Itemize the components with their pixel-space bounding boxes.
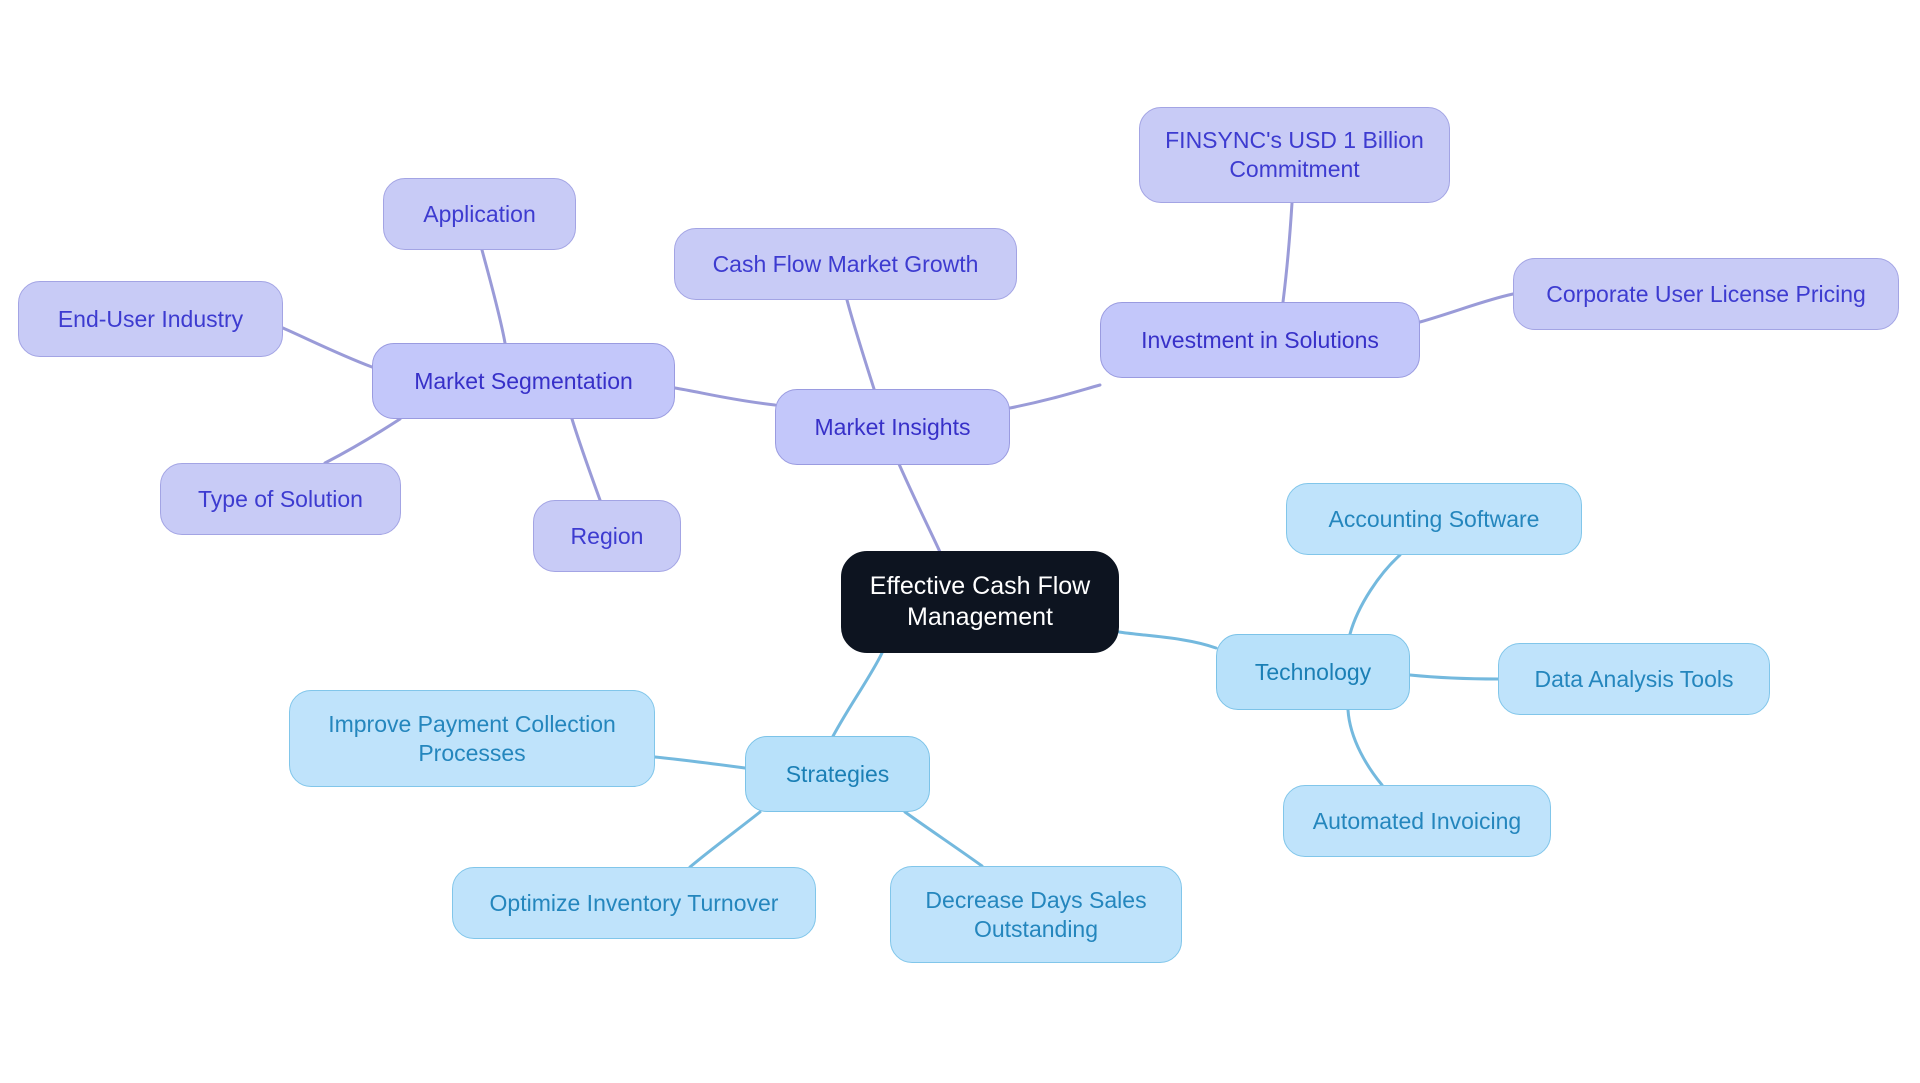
mindmap-node-region[interactable]: Region (533, 500, 681, 572)
edge-market_insights-to-market_segmentation (673, 386, 777, 407)
mindmap-node-data-analysis-tools[interactable]: Data Analysis Tools (1498, 643, 1770, 715)
mindmap-node-improve-payment-collection[interactable]: Improve Payment Collection Processes (289, 690, 655, 787)
edge-market_segmentation-to-application (480, 248, 507, 345)
edge-market_segmentation-to-type_of_solution (323, 417, 402, 465)
edge-strategies-to-optimize_inventory_turnover (688, 810, 762, 869)
mindmap-node-type-of-solution[interactable]: Type of Solution (160, 463, 401, 535)
mindmap-node-end-user-industry[interactable]: End-User Industry (18, 281, 283, 357)
edge-strategies-to-decrease_days_sales_outstanding (903, 810, 984, 868)
edge-technology-to-data_analysis_tools (1408, 673, 1500, 681)
mindmap-node-market-segmentation[interactable]: Market Segmentation (372, 343, 675, 419)
mindmap-canvas: Effective Cash Flow Management Market Ins… (0, 0, 1920, 1083)
mindmap-node-root[interactable]: Effective Cash Flow Management (841, 551, 1119, 653)
edge-root-to-strategies (828, 651, 884, 744)
edge-market_insights-to-investment_in_solutions (1008, 383, 1102, 410)
edge-market_segmentation-to-end_user_industry (281, 326, 374, 369)
mindmap-node-corporate-user-license-pricing[interactable]: Corporate User License Pricing (1513, 258, 1899, 330)
mindmap-node-technology[interactable]: Technology (1216, 634, 1410, 710)
mindmap-node-strategies[interactable]: Strategies (745, 736, 930, 812)
mindmap-node-application[interactable]: Application (383, 178, 576, 250)
mindmap-node-cash-flow-market-growth[interactable]: Cash Flow Market Growth (674, 228, 1017, 300)
edge-root-to-technology (1117, 630, 1218, 650)
mindmap-node-decrease-days-sales-outstanding[interactable]: Decrease Days Sales Outstanding (890, 866, 1182, 963)
mindmap-node-optimize-inventory-turnover[interactable]: Optimize Inventory Turnover (452, 867, 816, 939)
mindmap-node-finsync-commitment[interactable]: FINSYNC's USD 1 Billion Commitment (1139, 107, 1450, 203)
edge-market_insights-to-cash_flow_market_growth (845, 298, 877, 394)
edge-strategies-to-improve_payment_collection (653, 755, 747, 770)
mindmap-node-automated-invoicing[interactable]: Automated Invoicing (1283, 785, 1551, 857)
mindmap-node-market-insights[interactable]: Market Insights (775, 389, 1010, 465)
mindmap-node-accounting-software[interactable]: Accounting Software (1286, 483, 1582, 555)
edge-investment_in_solutions-to-corporate_user_license_pricing (1418, 292, 1515, 324)
edge-market_segmentation-to-region (570, 417, 602, 502)
edge-investment_in_solutions-to-finsync_commitment (1281, 201, 1294, 304)
edge-technology-to-accounting_software (1348, 553, 1402, 636)
mindmap-node-investment-in-solutions[interactable]: Investment in Solutions (1100, 302, 1420, 378)
edge-technology-to-automated_invoicing (1346, 708, 1384, 787)
